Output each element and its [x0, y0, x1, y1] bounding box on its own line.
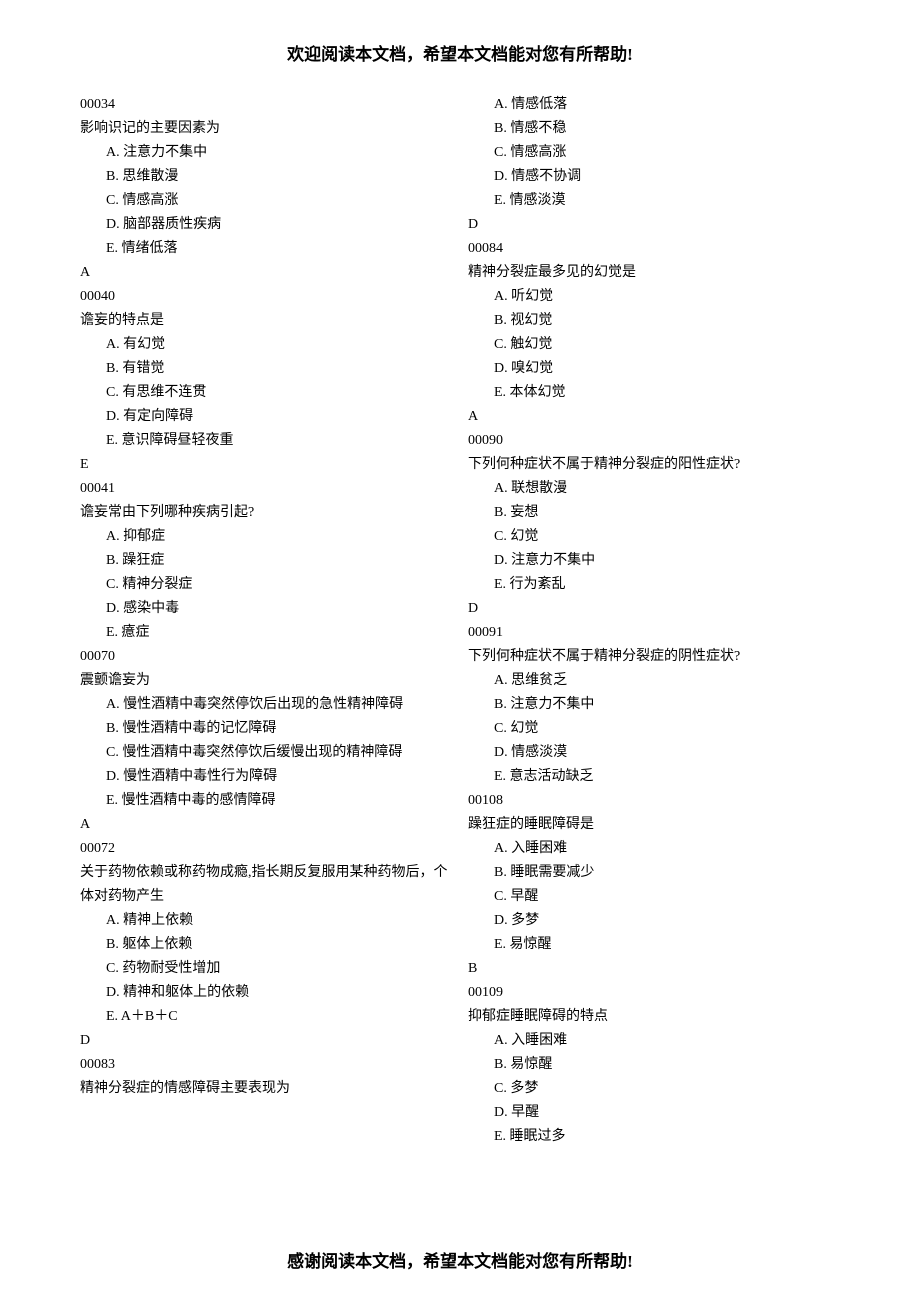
option-e: E. 情感淡漠 [468, 189, 840, 213]
option-a: A. 慢性酒精中毒突然停饮后出现的急性精神障碍 [80, 693, 452, 717]
option-b: B. 睡眠需要减少 [468, 861, 840, 885]
option-e: E. 慢性酒精中毒的感情障碍 [80, 789, 452, 813]
question-id: 00072 [80, 837, 452, 861]
question-id: 00091 [468, 621, 840, 645]
left-column: 00034 影响识记的主要因素为 A. 注意力不集中 B. 思维散漫 C. 情感… [80, 93, 452, 1149]
question-text: 谵妄常由下列哪种疾病引起? [80, 501, 452, 525]
option-a: A. 思维贫乏 [468, 669, 840, 693]
option-b: B. 易惊醒 [468, 1053, 840, 1077]
question-id: 00041 [80, 477, 452, 501]
option-a: A. 入睡困难 [468, 1029, 840, 1053]
option-d: D. 情感不协调 [468, 165, 840, 189]
answer: D [80, 1029, 452, 1053]
question-id: 00090 [468, 429, 840, 453]
question-text: 影响识记的主要因素为 [80, 117, 452, 141]
page: 欢迎阅读本文档，希望本文档能对您有所帮助! 00034 影响识记的主要因素为 A… [0, 0, 920, 1179]
question-text: 躁狂症的睡眠障碍是 [468, 813, 840, 837]
option-c: C. 幻觉 [468, 525, 840, 549]
option-e: E. 意识障碍昼轻夜重 [80, 429, 452, 453]
answer: A [80, 261, 452, 285]
option-d: D. 嗅幻觉 [468, 357, 840, 381]
option-d: D. 早醒 [468, 1101, 840, 1125]
option-d: D. 多梦 [468, 909, 840, 933]
option-e: E. 情绪低落 [80, 237, 452, 261]
option-c: C. 药物耐受性增加 [80, 957, 452, 981]
option-e: E. A＋B＋C [80, 1005, 452, 1029]
option-b: B. 思维散漫 [80, 165, 452, 189]
option-a: A. 注意力不集中 [80, 141, 452, 165]
question-text: 抑郁症睡眠障碍的特点 [468, 1005, 840, 1029]
answer: D [468, 213, 840, 237]
answer: D [468, 597, 840, 621]
question-text: 关于药物依赖或称药物成瘾,指长期反复服用某种药物后，个体对药物产生 [80, 861, 452, 909]
option-d: D. 慢性酒精中毒性行为障碍 [80, 765, 452, 789]
option-c: C. 慢性酒精中毒突然停饮后缓慢出现的精神障碍 [80, 741, 452, 765]
option-b: B. 妄想 [468, 501, 840, 525]
option-e: E. 本体幻觉 [468, 381, 840, 405]
option-a: A. 精神上依赖 [80, 909, 452, 933]
option-e: E. 易惊醒 [468, 933, 840, 957]
question-text: 震颤谵妄为 [80, 669, 452, 693]
option-b: B. 视幻觉 [468, 309, 840, 333]
option-e: E. 意志活动缺乏 [468, 765, 840, 789]
question-text: 下列何种症状不属于精神分裂症的阴性症状? [468, 645, 840, 669]
option-e: E. 癔症 [80, 621, 452, 645]
question-text: 精神分裂症最多见的幻觉是 [468, 261, 840, 285]
question-id: 00108 [468, 789, 840, 813]
page-header: 欢迎阅读本文档，希望本文档能对您有所帮助! [80, 40, 840, 65]
answer: A [468, 405, 840, 429]
option-b: B. 躯体上依赖 [80, 933, 452, 957]
option-c: C. 触幻觉 [468, 333, 840, 357]
right-column: A. 情感低落 B. 情感不稳 C. 情感高涨 D. 情感不协调 E. 情感淡漠… [468, 93, 840, 1149]
question-id: 00084 [468, 237, 840, 261]
option-b: B. 慢性酒精中毒的记忆障碍 [80, 717, 452, 741]
option-d: D. 感染中毒 [80, 597, 452, 621]
option-c: C. 情感高涨 [80, 189, 452, 213]
option-b: B. 情感不稳 [468, 117, 840, 141]
question-text: 精神分裂症的情感障碍主要表现为 [80, 1077, 452, 1101]
option-a: A. 情感低落 [468, 93, 840, 117]
option-c: C. 幻觉 [468, 717, 840, 741]
option-d: D. 有定向障碍 [80, 405, 452, 429]
option-a: A. 入睡困难 [468, 837, 840, 861]
answer: B [468, 957, 840, 981]
page-footer: 感谢阅读本文档，希望本文档能对您有所帮助! [0, 1247, 920, 1272]
question-id: 00034 [80, 93, 452, 117]
option-d: D. 注意力不集中 [468, 549, 840, 573]
option-a: A. 听幻觉 [468, 285, 840, 309]
option-c: C. 早醒 [468, 885, 840, 909]
option-b: B. 躁狂症 [80, 549, 452, 573]
option-e: E. 睡眠过多 [468, 1125, 840, 1149]
option-c: C. 多梦 [468, 1077, 840, 1101]
option-d: D. 情感淡漠 [468, 741, 840, 765]
question-text: 谵妄的特点是 [80, 309, 452, 333]
columns: 00034 影响识记的主要因素为 A. 注意力不集中 B. 思维散漫 C. 情感… [80, 93, 840, 1149]
question-id: 00070 [80, 645, 452, 669]
option-a: A. 抑郁症 [80, 525, 452, 549]
option-d: D. 精神和躯体上的依赖 [80, 981, 452, 1005]
option-b: B. 有错觉 [80, 357, 452, 381]
answer: A [80, 813, 452, 837]
option-d: D. 脑部器质性疾病 [80, 213, 452, 237]
question-text: 下列何种症状不属于精神分裂症的阳性症状? [468, 453, 840, 477]
option-b: B. 注意力不集中 [468, 693, 840, 717]
option-a: A. 联想散漫 [468, 477, 840, 501]
question-id: 00040 [80, 285, 452, 309]
option-a: A. 有幻觉 [80, 333, 452, 357]
question-id: 00109 [468, 981, 840, 1005]
option-c: C. 情感高涨 [468, 141, 840, 165]
question-id: 00083 [80, 1053, 452, 1077]
option-e: E. 行为紊乱 [468, 573, 840, 597]
option-c: C. 精神分裂症 [80, 573, 452, 597]
answer: E [80, 453, 452, 477]
option-c: C. 有思维不连贯 [80, 381, 452, 405]
